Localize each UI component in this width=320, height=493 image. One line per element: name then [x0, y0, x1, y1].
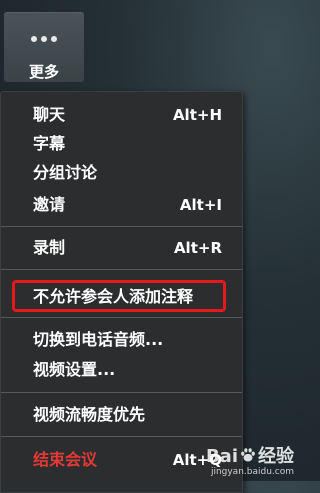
more-button-label: 更多 [28, 63, 59, 81]
menu-divider [1, 392, 242, 393]
menu-item-label: 邀请 [33, 195, 66, 214]
menu-item-video-settings[interactable]: 视频设置... [1, 357, 242, 383]
menu-item-video-smoothness[interactable]: 视频流畅度优先 [1, 402, 242, 428]
menu-item-shortcut: Alt+H [172, 106, 222, 124]
menu-item-label: 录制 [33, 238, 66, 257]
menu-item-switch-phone-audio[interactable]: 切换到电话音频... [1, 327, 242, 353]
baidu-paw-icon [241, 448, 255, 462]
menu-divider [1, 317, 242, 318]
menu-item-label: 结束会议 [33, 450, 98, 469]
menu-item-label: 视频设置... [33, 360, 116, 379]
watermark-url: jingyan.baidu.com [210, 467, 294, 477]
menu-item-chat[interactable]: 聊天 Alt+H [1, 102, 242, 128]
menu-item-captions[interactable]: 字幕 [1, 131, 242, 157]
baidu-jingyan-watermark: Bai 经验 jingyan.baidu.com [205, 446, 294, 478]
ellipsis-icon [4, 36, 84, 42]
more-button[interactable]: 更多 [4, 12, 84, 82]
menu-divider [1, 226, 242, 227]
menu-item-label: 聊天 [33, 105, 66, 124]
annotation-highlight-box [12, 280, 226, 312]
menu-item-label: 切换到电话音频... [33, 330, 164, 349]
menu-item-label: 视频流畅度优先 [33, 405, 146, 424]
watermark-brand-right: 经验 [258, 446, 294, 467]
menu-item-invite[interactable]: 邀请 Alt+I [1, 192, 242, 218]
menu-divider [1, 269, 242, 270]
menu-item-label: 字幕 [33, 134, 66, 153]
menu-item-breakout-rooms[interactable]: 分组讨论 [1, 160, 242, 186]
watermark-brand-left: Bai [205, 446, 238, 467]
menu-item-record[interactable]: 录制 Alt+R [1, 235, 242, 261]
menu-divider [1, 436, 242, 437]
menu-item-shortcut: Alt+R [173, 239, 222, 257]
menu-item-label: 分组讨论 [33, 163, 98, 182]
menu-item-shortcut: Alt+I [179, 196, 222, 214]
